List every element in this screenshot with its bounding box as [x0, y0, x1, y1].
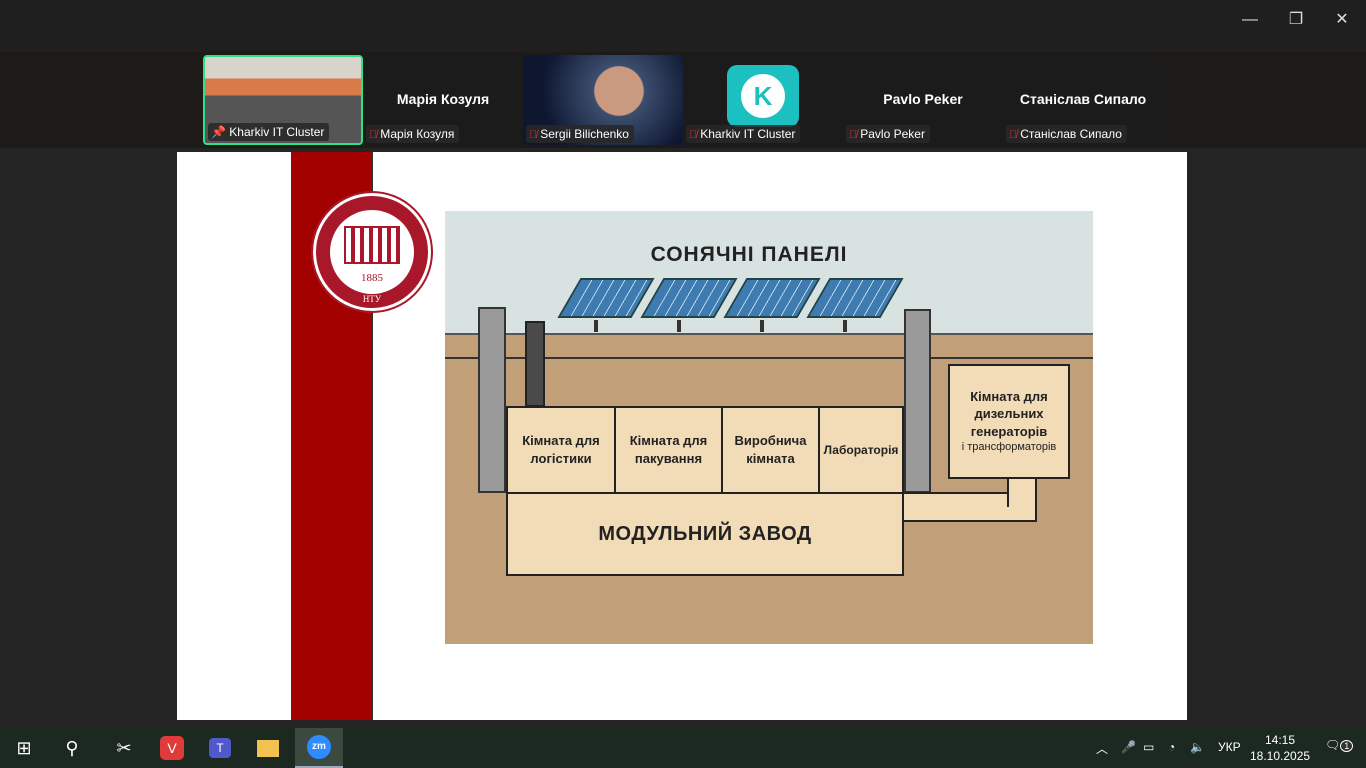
university-logo: 1885 НТУ [311, 191, 433, 313]
participant-tile[interactable]: Pavlo Peker 🎙̸ Pavlo Peker [843, 55, 1003, 145]
participant-tile[interactable]: Марія Козуля 🎙̸ Марія Козуля [363, 55, 523, 145]
factory-diagram: СОНЯЧНІ ПАНЕЛІ Кімната для логістики Кім… [445, 211, 1093, 644]
search-icon[interactable]: ⚲ [48, 728, 96, 768]
microphone-icon[interactable]: 🎤 [1121, 740, 1136, 754]
participant-name: Sergii Bilichenko [540, 127, 629, 141]
kharkiv-it-cluster-logo: K [727, 65, 799, 127]
restore-button[interactable]: ❐ [1273, 8, 1319, 32]
participant-display-name: Марія Козуля [396, 91, 490, 107]
participant-label: 🎙̸ Sergii Bilichenko [526, 125, 634, 143]
show-hidden-icons[interactable]: ︿ [1096, 740, 1108, 757]
mic-muted-icon: 🎙̸ [369, 129, 378, 141]
generator-room-sublabel: і трансформаторів [961, 441, 1057, 454]
notifications-icon[interactable]: 🗨 1 [1325, 738, 1354, 752]
mic-muted-icon: 🎙̸ [849, 129, 858, 141]
logistics-room: Кімната для логістики [506, 406, 616, 494]
vivaldi-icon[interactable]: V [148, 728, 196, 768]
building-icon [344, 226, 400, 264]
packing-room: Кімната для пакування [614, 406, 723, 494]
participant-label: 🎙̸ Pavlo Peker [846, 125, 930, 143]
mic-muted-icon: 🎙̸ [529, 129, 538, 141]
participant-tile[interactable]: K 🎙̸ Kharkiv IT Cluster [683, 55, 843, 145]
laboratory-room: Лабораторія [818, 406, 904, 494]
snipping-tool-icon[interactable]: ✂ [100, 728, 148, 768]
participant-tile[interactable]: Станіслав Сипало 🎙̸ Станіслав Сипало [1003, 55, 1163, 145]
participant-display-name: Pavlo Peker [883, 91, 963, 107]
notification-count: 1 [1340, 740, 1354, 752]
taskbar: ⊞ ⚲ ✂ V T zm ︿ 🎤 ▭ ◔ 🔈 УКР 14:15 18.10.2… [0, 728, 1366, 768]
pin-icon: 📌 [211, 125, 230, 139]
corridor [1007, 477, 1037, 507]
participant-name: Kharkiv IT Cluster [229, 125, 325, 139]
pillar [904, 309, 931, 493]
participant-label: 📌 Kharkiv IT Cluster [208, 123, 330, 141]
zoom-icon[interactable]: zm [295, 728, 343, 768]
pillar [478, 307, 506, 493]
participant-display-name: Станіслав Сипало [1019, 91, 1147, 107]
participant-name: Kharkiv IT Cluster [700, 127, 796, 141]
participant-tile[interactable]: 📌 Kharkiv IT Cluster [203, 55, 363, 145]
participant-name: Марія Козуля [380, 127, 455, 141]
time: 14:15 [1264, 733, 1296, 747]
mic-muted-icon: 🎙̸ [689, 129, 698, 141]
windows-start-icon[interactable]: ⊞ [0, 728, 48, 768]
minimize-button[interactable]: — [1227, 8, 1273, 32]
volume-icon[interactable]: 🔈 [1190, 740, 1205, 754]
participant-name: Станіслав Сипало [1020, 127, 1122, 141]
participant-label: 🎙̸ Станіслав Сипало [1006, 125, 1127, 143]
participant-tile[interactable]: 🎙̸ Sergii Bilichenko [523, 55, 683, 145]
battery-icon[interactable]: ▭ [1143, 740, 1154, 754]
wifi-icon[interactable]: ◔ [1168, 740, 1175, 754]
production-room: Виробнича кімната [721, 406, 820, 494]
participant-label: 🎙̸ Kharkiv IT Cluster [686, 125, 801, 143]
clock[interactable]: 14:15 18.10.2025 [1250, 732, 1310, 764]
mic-muted-icon: 🎙̸ [1009, 129, 1018, 141]
modular-factory: МОДУЛЬНИЙ ЗАВОД [506, 492, 904, 576]
title-bar: — ❐ ✕ [0, 0, 1366, 52]
solar-panels-title: СОНЯЧНІ ПАНЕЛІ [650, 243, 848, 266]
pillar [525, 321, 545, 407]
logo-year: 1885 [361, 272, 383, 284]
participant-name: Pavlo Peker [860, 127, 925, 141]
file-explorer-icon[interactable] [244, 728, 292, 768]
logo-abbr: НТУ [362, 294, 382, 304]
close-button[interactable]: ✕ [1319, 8, 1365, 32]
date: 18.10.2025 [1250, 749, 1311, 763]
generator-room-label: Кімната для дизельних генераторів [970, 388, 1048, 439]
participant-label: 🎙̸ Марія Козуля [366, 125, 460, 143]
teams-icon[interactable]: T [196, 728, 244, 768]
generator-room: Кімната для дизельних генераторів і тран… [948, 364, 1070, 479]
language-indicator[interactable]: УКР [1218, 740, 1241, 754]
